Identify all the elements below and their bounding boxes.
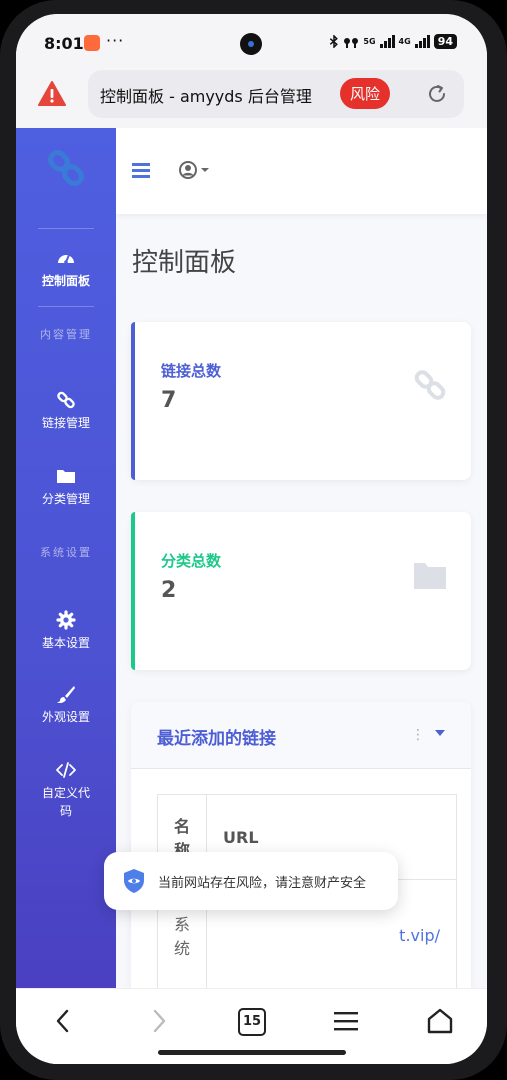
panel-title: 最近添加的链接 <box>157 729 276 749</box>
browser-address-bar: 控制面板 - amyyds 后台管理 风险 <box>16 70 487 128</box>
clock: 8:01 <box>44 34 84 53</box>
status-bar: 8:01 ··· 5G 4G 94 <box>16 14 487 70</box>
card-accent <box>131 322 135 480</box>
sidebar-item-appearance[interactable]: 外观设置 <box>16 684 116 725</box>
sidebar-item-label: 控制面板 <box>41 274 90 288</box>
sidebar-item-label: 分类管理 <box>41 492 90 506</box>
panel-header: 最近添加的链接 ⋮ <box>131 702 471 769</box>
page-title: 控制面板 <box>132 248 237 278</box>
sidebar-item-links[interactable]: 链接管理 <box>16 390 116 431</box>
sidebar-item-label: 基本设置 <box>41 636 90 650</box>
url-field[interactable]: 控制面板 - amyyds 后台管理 风险 <box>88 70 464 118</box>
folder-icon <box>414 563 446 589</box>
app-notification-icon <box>84 35 100 51</box>
more-notifications: ··· <box>106 31 125 50</box>
menu-icon[interactable] <box>330 1005 362 1037</box>
code-icon <box>56 762 76 778</box>
stat-value: 7 <box>161 388 177 413</box>
risk-badge[interactable]: 风险 <box>340 78 391 109</box>
shield-icon <box>124 869 144 893</box>
page-title-text: 控制面板 - amyyds 后台管理 <box>100 87 312 106</box>
signal-4g-icon <box>414 35 430 48</box>
sidebar-heading-system: 系统设置 <box>40 546 92 559</box>
toast-message: 当前网站存在风险，请注意财产安全 <box>158 876 367 891</box>
tabs-button[interactable]: 15 <box>236 1005 268 1037</box>
gear-icon <box>56 610 76 630</box>
sidebar-item-custom-code[interactable]: 自定义代码 <box>16 760 116 820</box>
brush-icon <box>57 686 75 704</box>
dropdown-caret-icon[interactable] <box>435 730 445 736</box>
logo-icon[interactable] <box>46 148 86 188</box>
link-icon <box>414 370 446 400</box>
user-account-icon[interactable] <box>178 160 214 180</box>
hamburger-menu-icon[interactable] <box>132 162 150 178</box>
phone-frame: 8:01 ··· 5G 4G 94 控制面板 - amyyds 后台管理 风险 <box>0 0 507 1080</box>
camera-cutout <box>240 33 262 55</box>
stat-value: 2 <box>161 578 177 603</box>
link-icon <box>57 391 75 409</box>
sidebar-item-dashboard[interactable]: 控制面板 <box>16 248 116 289</box>
network-4g-label: 4G <box>398 37 411 46</box>
status-icons: 5G 4G 94 <box>329 34 457 49</box>
home-icon[interactable] <box>424 1005 456 1037</box>
stat-card-links: 链接总数 7 <box>131 322 471 480</box>
sidebar-heading-content: 内容管理 <box>40 328 92 341</box>
stat-label: 链接总数 <box>161 362 222 380</box>
battery-level: 94 <box>433 34 457 49</box>
stat-card-categories: 分类总数 2 <box>131 512 471 670</box>
kebab-menu-icon[interactable]: ⋮ <box>411 727 425 743</box>
forward-icon[interactable] <box>142 1005 174 1037</box>
gesture-home-bar[interactable] <box>158 1050 346 1055</box>
risk-warning-toast: 当前网站存在风险，请注意财产安全 <box>104 852 398 910</box>
topbar <box>116 128 487 214</box>
card-accent <box>131 512 135 670</box>
sidebar-divider <box>38 306 94 307</box>
folder-icon <box>57 470 75 483</box>
reload-icon[interactable] <box>426 83 448 105</box>
sidebar-item-label: 外观设置 <box>41 710 90 724</box>
phone-screen: 8:01 ··· 5G 4G 94 控制面板 - amyyds 后台管理 风险 <box>16 14 487 1064</box>
dashboard-icon <box>58 254 74 264</box>
sidebar: 控制面板 内容管理 链接管理 分类管理 系统设置 基本设置 外观设置 自定义代码 <box>16 128 116 1004</box>
bluetooth-icon <box>330 35 339 48</box>
sidebar-item-categories[interactable]: 分类管理 <box>16 466 116 507</box>
back-icon[interactable] <box>48 1005 80 1037</box>
warning-icon[interactable] <box>38 80 66 108</box>
sidebar-item-label: 自定义代码 <box>41 786 90 818</box>
sidebar-item-basic-settings[interactable]: 基本设置 <box>16 610 116 651</box>
signal-5g-icon <box>379 35 395 48</box>
tab-count: 15 <box>238 1008 266 1036</box>
sidebar-divider <box>38 228 94 229</box>
earbuds-icon <box>344 37 359 48</box>
stat-label: 分类总数 <box>161 552 222 570</box>
network-5g-label: 5G <box>363 37 376 46</box>
sidebar-item-label: 链接管理 <box>41 416 90 430</box>
